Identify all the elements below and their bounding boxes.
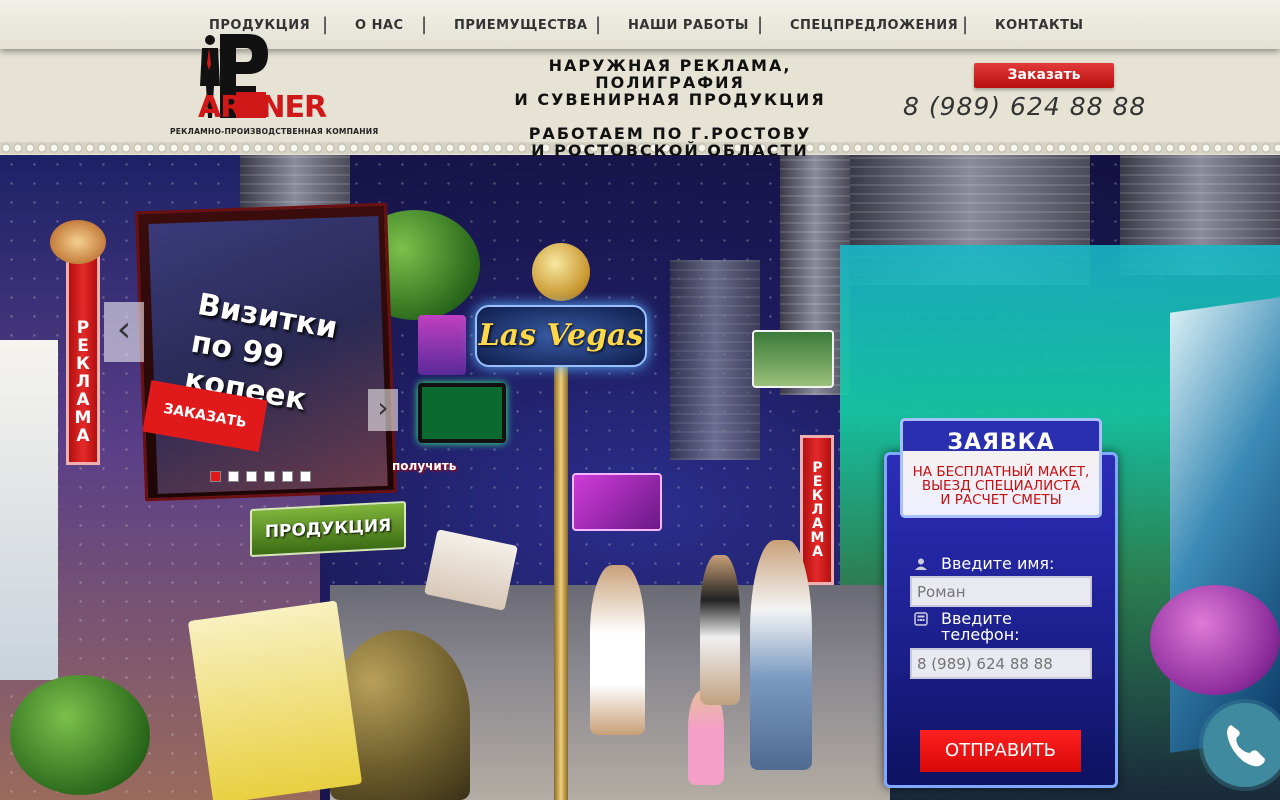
user-icon xyxy=(915,558,927,570)
nav-item-advantages[interactable]: ПРИЕМУЩЕСТВА xyxy=(454,18,588,33)
form-title: ЗАЯВКА xyxy=(947,430,1055,455)
nav-separator: | xyxy=(595,14,602,35)
phone-handset-icon xyxy=(1227,725,1265,767)
tagline-line: НАРУЖНАЯ РЕКЛАМА, xyxy=(548,56,792,75)
nav-item-portfolio[interactable]: НАШИ РАБОТЫ xyxy=(628,18,749,33)
form-subtitle-line: НА БЕСПЛАТНЫЙ МАКЕТ, xyxy=(912,464,1090,480)
slider-dot[interactable] xyxy=(228,471,239,482)
logo-subtitle: РЕКЛАМНО-ПРОИЗВОДСТВЕННАЯ КОМПАНИЯ xyxy=(170,127,379,136)
pink-neon-sign xyxy=(572,473,662,531)
skyscraper xyxy=(670,260,760,460)
person-white-shirt xyxy=(750,540,812,770)
phone-label: Введите телефон: xyxy=(941,611,1020,643)
slider-prev-button[interactable]: ‹ xyxy=(104,302,144,362)
region-line: И РОСТОВСКОЙ ОБЛАСТИ xyxy=(531,141,809,160)
form-header: ЗАЯВКА НА БЕСПЛАТНЫЙ МАКЕТ, ВЫЕЗД СПЕЦИА… xyxy=(900,418,1102,518)
las-vegas-pole xyxy=(554,365,568,800)
phone-label-line: телефон: xyxy=(941,625,1020,644)
region-line: РАБОТАЕМ ПО Г.РОСТОВУ xyxy=(528,124,812,143)
tree xyxy=(10,675,150,795)
person-white-dress xyxy=(590,565,645,735)
phone-input[interactable] xyxy=(910,648,1092,679)
slider-dot[interactable] xyxy=(264,471,275,482)
site-logo[interactable]: ARTNER РЕКЛАМНО-ПРОИЗВОДСТВЕННАЯ КОМПАНИ… xyxy=(168,28,378,140)
logo-wordmark: ARTNER xyxy=(198,90,327,125)
slider-dot[interactable] xyxy=(210,471,221,482)
floating-call-button[interactable] xyxy=(1203,703,1280,787)
slider-dot[interactable] xyxy=(246,471,257,482)
products-button[interactable]: ПРОДУКЦИЯ xyxy=(250,500,406,558)
person-striped xyxy=(700,555,740,705)
header-order-button[interactable]: Заказать xyxy=(974,63,1114,88)
chevron-right-icon: › xyxy=(377,391,389,424)
form-subtitle: НА БЕСПЛАТНЫЙ МАКЕТ, ВЫЕЗД СПЕЦИАЛИСТА И… xyxy=(903,465,1099,507)
nav-separator: | xyxy=(757,14,764,35)
nav-item-special-offers[interactable]: СПЕЦПРЕДЛОЖЕНИЯ xyxy=(790,18,958,33)
name-label: Введите имя: xyxy=(941,554,1055,573)
purple-sign xyxy=(418,315,466,375)
poluchit-label[interactable]: получить xyxy=(392,459,456,473)
poster-stand xyxy=(187,600,363,800)
header-phone[interactable]: 8 (989) 624 88 88 xyxy=(903,92,1146,121)
winged-balloon xyxy=(532,243,590,301)
las-vegas-text: Las Vegas xyxy=(478,318,644,353)
tagline-line: И СУВЕНИРНАЯ ПРОДУКЦИЯ xyxy=(514,90,826,109)
waterfall-poster xyxy=(752,330,834,388)
reklama-right-text: РЕКЛАМА xyxy=(809,460,826,558)
chevron-left-icon: ‹ xyxy=(116,309,132,350)
reklama-left-text: РЕКЛАМА xyxy=(73,318,93,444)
reklama-sign-right: РЕКЛАМА xyxy=(800,435,834,585)
slider-dots xyxy=(210,467,318,486)
submit-button[interactable]: ОТПРАВИТЬ xyxy=(920,730,1081,772)
white-poster-wall xyxy=(0,340,58,680)
form-subtitle-line: ВЫЕЗД СПЕЦИАЛИСТА xyxy=(921,478,1081,494)
form-subtitle-line: И РАСЧЕТ СМЕТЫ xyxy=(940,492,1062,508)
phone-keypad-icon xyxy=(914,612,928,626)
nav-separator: | xyxy=(962,14,969,35)
reklama-sign-left: РЕКЛАМА xyxy=(66,255,100,465)
las-vegas-sign: Las Vegas xyxy=(475,305,647,367)
slider-dot[interactable] xyxy=(282,471,293,482)
flower-bush xyxy=(1150,585,1280,695)
header-tagline: НАРУЖНАЯ РЕКЛАМА, ПОЛИГРАФИЯ И СУВЕНИРНА… xyxy=(500,57,840,108)
tagline-line: ПОЛИГРАФИЯ xyxy=(595,73,745,92)
nav-item-contacts[interactable]: КОНТАКТЫ xyxy=(995,18,1083,33)
green-neon-sign xyxy=(418,383,506,443)
nav-separator: | xyxy=(421,14,428,35)
header-region: РАБОТАЕМ ПО Г.РОСТОВУ И РОСТОВСКОЙ ОБЛАС… xyxy=(500,125,840,159)
slider-dot[interactable] xyxy=(300,471,311,482)
slider-next-button[interactable]: › xyxy=(368,389,398,431)
pizza-sign xyxy=(50,220,106,264)
name-input[interactable] xyxy=(910,576,1092,607)
